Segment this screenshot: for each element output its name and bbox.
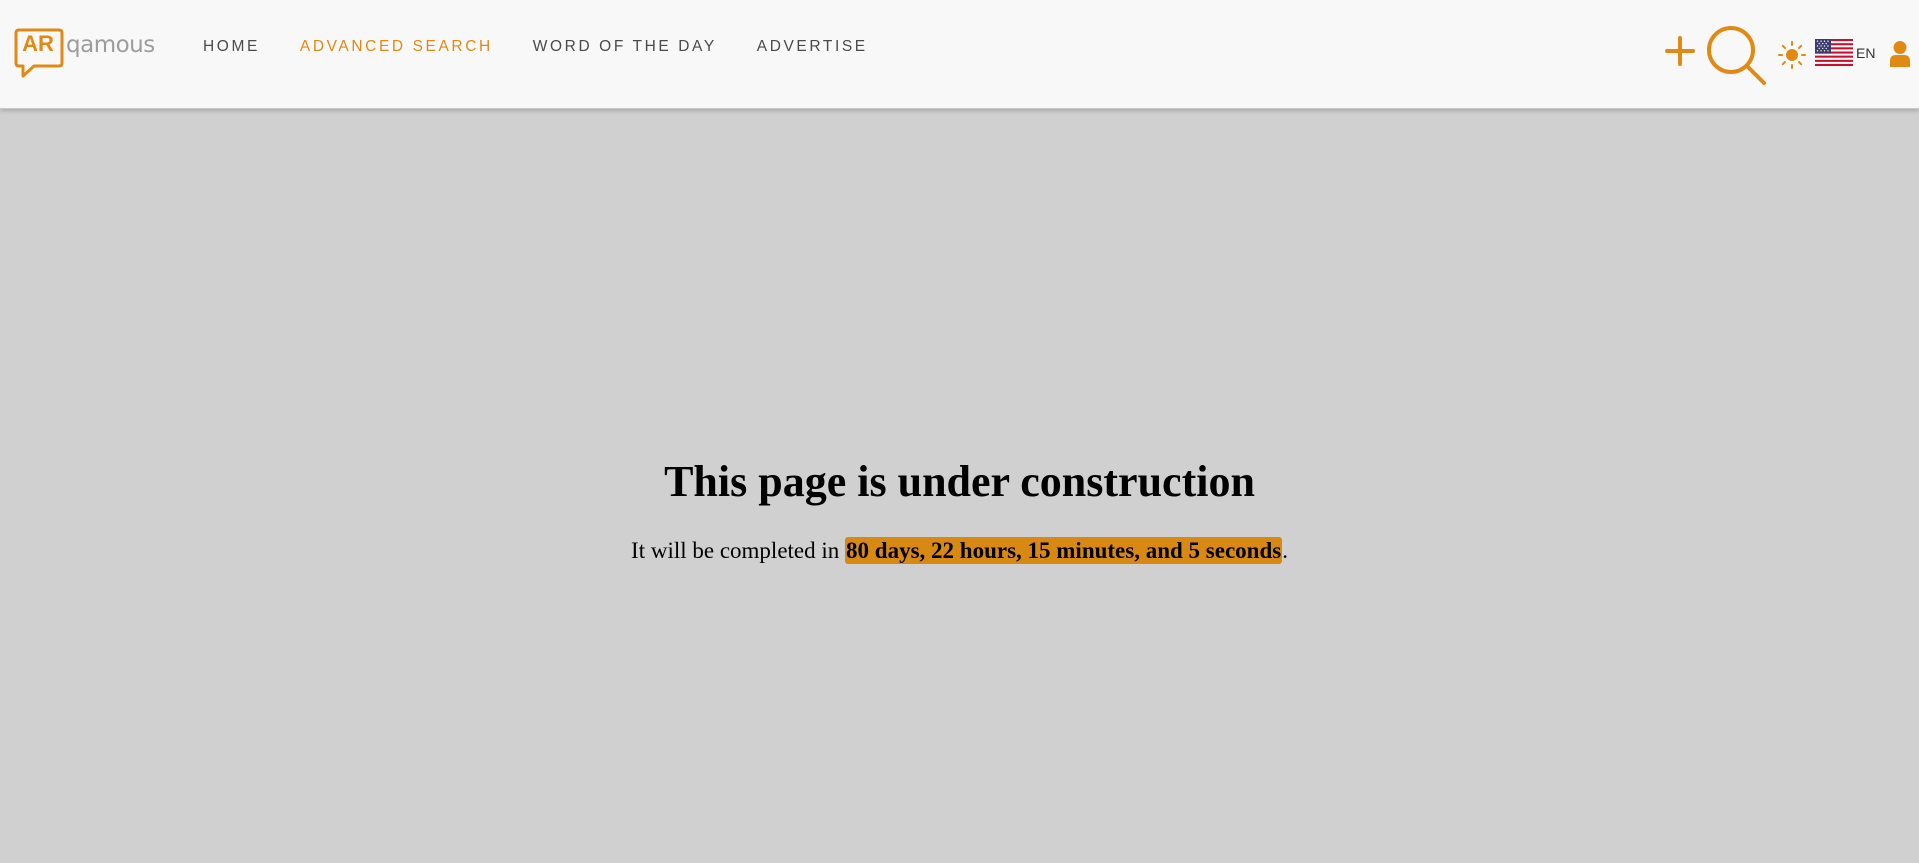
countdown-timer: 80 days, 22 hours, 15 minutes, and 5 sec… <box>845 537 1283 564</box>
completion-message: It will be completed in 80 days, 22 hour… <box>0 537 1919 564</box>
main-content: This page is under construction It will … <box>0 109 1919 863</box>
site-logo[interactable]: AR qamous <box>14 28 155 80</box>
user-icon[interactable] <box>1889 40 1911 73</box>
logo-wordmark: qamous <box>66 32 155 58</box>
completion-message-prefix: It will be completed in <box>631 538 846 563</box>
page-title: This page is under construction <box>664 457 1255 506</box>
sun-icon[interactable] <box>1778 41 1806 74</box>
plus-icon[interactable] <box>1664 35 1696 72</box>
us-flag-icon[interactable] <box>1815 39 1853 71</box>
logo-badge-text: AR <box>22 31 54 56</box>
nav-advanced-search[interactable]: ADVANCED SEARCH <box>300 38 493 56</box>
logo-badge: AR <box>14 28 64 78</box>
language-label[interactable]: EN <box>1856 45 1875 61</box>
navbar: AR qamous HOME ADVANCED SEARCH WORD OF T… <box>0 0 1919 109</box>
nav-advertise[interactable]: ADVERTISE <box>757 38 868 56</box>
nav-word-of-the-day[interactable]: WORD OF THE DAY <box>533 38 717 56</box>
completion-message-suffix: . <box>1282 538 1288 563</box>
search-icon[interactable] <box>1705 24 1769 93</box>
nav-home[interactable]: HOME <box>203 38 260 56</box>
main-nav: HOME ADVANCED SEARCH WORD OF THE DAY ADV… <box>203 38 908 56</box>
